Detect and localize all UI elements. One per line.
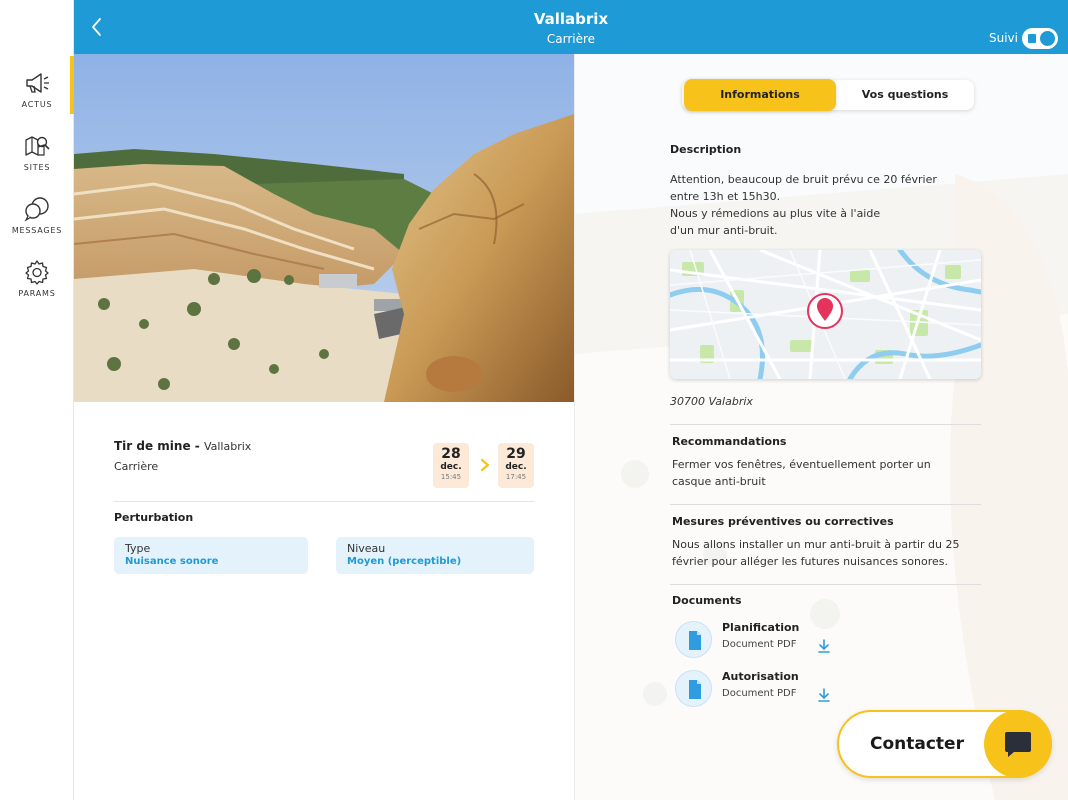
toggle-knob (1040, 31, 1055, 46)
document-icon (675, 621, 712, 658)
follow-toggle[interactable] (1022, 28, 1058, 49)
level-label: Niveau (347, 542, 386, 555)
info-panel: Vos questions Informations Description A… (574, 54, 1068, 800)
recommendations-title: Recommandations (672, 435, 787, 448)
page-title: Vallabrix (533, 10, 609, 28)
tab-informations[interactable]: Informations (684, 79, 836, 111)
document-icon (675, 670, 712, 707)
recommendations-line: Fermer vos fenêtres, éventuellement port… (672, 458, 931, 471)
divider (670, 584, 981, 585)
type-value: Nuisance sonore (125, 556, 219, 567)
sidebar: ACTUS SITES MESSAGES PARAMS (0, 0, 74, 800)
description-line: Nous y rémedions au plus vite à l'aide (670, 207, 881, 220)
sidebar-item-sites[interactable]: SITES (0, 133, 74, 172)
start-date-badge: 28 dec. 15:45 (433, 443, 469, 488)
end-day: 29 (506, 446, 526, 462)
bookmark-icon (1028, 34, 1036, 43)
tab-bar: Vos questions Informations (682, 79, 974, 111)
start-time: 15:45 (440, 473, 462, 481)
sidebar-item-messages[interactable]: MESSAGES (0, 196, 74, 235)
recommendations-text: Fermer vos fenêtres, éventuellement port… (672, 456, 972, 490)
perturbation-type-chip: Type Nuisance sonore (114, 537, 308, 574)
sidebar-item-label: ACTUS (21, 100, 53, 109)
description-line: d'un mur anti-bruit. (670, 224, 778, 237)
gear-icon (25, 260, 49, 285)
tab-questions[interactable]: Vos questions (836, 80, 974, 110)
event-summary: Tir de mine - Vallabrix Carrière 28 dec.… (114, 439, 534, 495)
perturbation-level-chip: Niveau Moyen (perceptible) (336, 537, 534, 574)
divider (670, 504, 981, 505)
sidebar-item-actus[interactable]: ACTUS (0, 70, 74, 109)
document-item[interactable]: Planification Document PDF (675, 621, 915, 661)
address-text: 30700 Valabrix (670, 395, 753, 408)
document-name: Planification (722, 621, 800, 634)
start-month: dec. (440, 462, 462, 472)
contact-label: Contacter (870, 734, 964, 754)
documents-title: Documents (672, 594, 742, 607)
document-type: Document PDF (722, 688, 797, 699)
header-bar: Vallabrix Carrière Suivi (74, 0, 1068, 54)
divider (670, 424, 981, 425)
event-panel: Tir de mine - Vallabrix Carrière 28 dec.… (74, 54, 574, 800)
chat-icon (984, 710, 1052, 778)
end-month: dec. (505, 462, 527, 472)
measures-line: février pour alléger les futures nuisanc… (672, 555, 948, 568)
document-item[interactable]: Autorisation Document PDF (675, 670, 915, 710)
description-text: Attention, beaucoup de bruit prévu ce 20… (670, 171, 970, 239)
location-map[interactable] (670, 250, 981, 379)
chat-bubbles-icon (24, 197, 49, 222)
site-photo (74, 54, 574, 402)
sidebar-item-label: SITES (23, 163, 51, 172)
perturbation-title: Perturbation (114, 511, 194, 524)
event-category: Carrière (114, 460, 159, 473)
measures-line: Nous allons installer un mur anti-bruit … (672, 538, 960, 551)
download-icon[interactable] (818, 638, 830, 657)
map-search-icon (25, 136, 50, 156)
measures-text: Nous allons installer un mur anti-bruit … (672, 536, 992, 570)
sidebar-item-label: PARAMS (18, 289, 56, 298)
description-line: Attention, beaucoup de bruit prévu ce 20… (670, 173, 937, 186)
document-type: Document PDF (722, 639, 797, 650)
description-title: Description (670, 143, 742, 156)
follow-label: Suivi (989, 31, 1018, 45)
sidebar-item-label: MESSAGES (11, 226, 63, 235)
sidebar-item-params[interactable]: PARAMS (0, 259, 74, 298)
end-time: 17:45 (505, 473, 527, 481)
description-line: entre 13h et 15h30. (670, 190, 781, 203)
page-subtitle: Carrière (546, 32, 596, 46)
date-arrow-icon (479, 457, 491, 476)
event-location: Vallabrix (203, 440, 252, 453)
document-name: Autorisation (722, 670, 799, 683)
type-label: Type (125, 542, 151, 555)
megaphone-icon (26, 73, 49, 93)
level-value: Moyen (perceptible) (347, 556, 462, 567)
event-title: Tir de mine - Vallabrix (114, 439, 534, 453)
event-type: Tir de mine - (114, 439, 200, 453)
measures-title: Mesures préventives ou correctives (672, 515, 894, 528)
start-day: 28 (441, 446, 461, 462)
divider (114, 501, 534, 502)
contact-button[interactable]: Contacter (837, 710, 1052, 778)
download-icon[interactable] (818, 687, 830, 706)
end-date-badge: 29 dec. 17:45 (498, 443, 534, 488)
recommendations-line: casque anti-bruit (672, 475, 766, 488)
